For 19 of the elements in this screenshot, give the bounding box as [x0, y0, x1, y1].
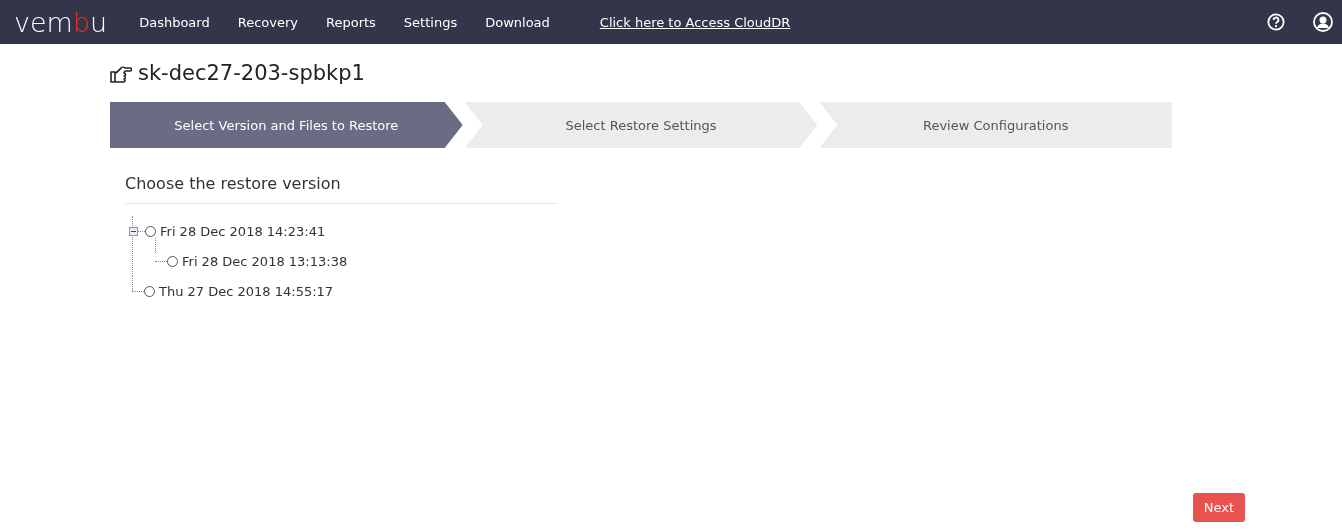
wizard-step[interactable]: Select Restore Settings [464, 102, 818, 148]
help-icon[interactable] [1267, 13, 1285, 31]
menu-item[interactable]: Settings [403, 14, 458, 30]
menu-item[interactable]: Recovery [237, 14, 298, 30]
page-title: sk-dec27-203-spbkp1 [138, 61, 365, 85]
collapse-toggle-icon[interactable] [129, 227, 138, 236]
section-title: Choose the restore version [125, 174, 557, 204]
logo[interactable]: vem bu [14, 8, 108, 36]
next-button[interactable]: Next [1192, 493, 1245, 522]
menu-item[interactable]: Download [485, 14, 550, 30]
version-label[interactable]: Fri 28 Dec 2018 14:23:41 [160, 223, 326, 239]
version-label[interactable]: Fri 28 Dec 2018 13:13:38 [182, 253, 348, 269]
version-label[interactable]: Thu 27 Dec 2018 14:55:17 [159, 283, 334, 299]
menu-item[interactable]: Reports [326, 14, 376, 30]
menu-item[interactable]: Dashboard [139, 14, 210, 30]
wizard-step[interactable]: Review Configurations [819, 102, 1172, 148]
user-icon[interactable] [1313, 12, 1333, 32]
wizard-step[interactable]: Select Version and Files to Restore [110, 102, 463, 148]
cloud-link[interactable]: Click here to Access CloudDR [599, 14, 791, 30]
